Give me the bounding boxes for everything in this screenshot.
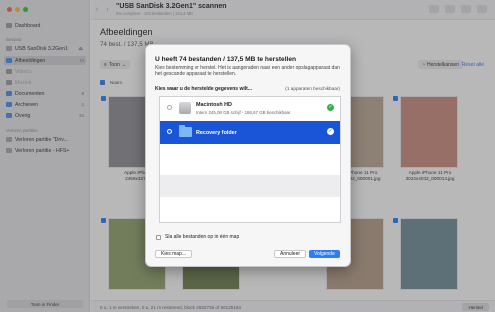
checkmark-icon: ✓ (327, 128, 334, 135)
app-window: Dashboard Bestand USB SanDisk 3.2Gen1 ⏏ … (0, 0, 495, 312)
recover-destination-dialog: U heeft 74 bestanden / 137,5 MB te herst… (145, 44, 351, 267)
single-folder-label: Sla alle bestanden op in één map (165, 234, 240, 240)
destination-list-label: Kies waar u de herstelde gegevens wilt..… (155, 86, 252, 92)
destination-recovery-folder[interactable]: Recovery folder ✓ (160, 121, 340, 144)
choose-folder-button[interactable]: Kies map... (155, 250, 193, 258)
dialog-description: Kies bestemming vr herstel. Het is aange… (155, 65, 340, 78)
cancel-button[interactable]: Annuleer (274, 250, 307, 258)
destination-name: Macintosh HD (196, 102, 232, 108)
single-folder-checkbox[interactable] (156, 234, 161, 240)
destination-list: Macintosh HD Intern 245,08 GB schijf - 1… (159, 96, 341, 223)
destination-radio[interactable] (167, 129, 172, 134)
hard-drive-icon (179, 102, 191, 114)
destination-radio[interactable] (167, 105, 172, 110)
destination-info: Intern 245,08 GB schijf - 186,67 GB besc… (196, 109, 291, 115)
checkmark-icon: ✓ (327, 104, 334, 111)
destination-macintosh-hd[interactable]: Macintosh HD Intern 245,08 GB schijf - 1… (160, 97, 340, 120)
dialog-title: U heeft 74 bestanden / 137,5 MB te herst… (155, 56, 297, 63)
available-devices-count: (1 apparaten beschikbaar) (285, 86, 340, 91)
single-folder-option[interactable]: Sla alle bestanden op in één map (156, 234, 239, 240)
list-empty-row (160, 175, 340, 197)
next-button[interactable]: Volgende (309, 250, 340, 258)
folder-icon (179, 125, 192, 137)
destination-name: Recovery folder (196, 129, 237, 136)
